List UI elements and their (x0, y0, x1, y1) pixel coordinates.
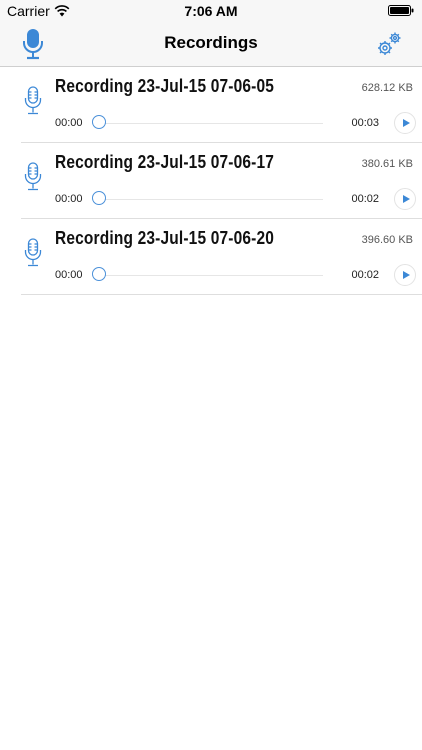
play-button[interactable] (394, 264, 416, 286)
list-item[interactable]: Recording 23-Jul-15 07-06-20 396.60 KB 0… (21, 219, 422, 295)
recording-title: Recording 23-Jul-15 07-06-20 (55, 228, 275, 248)
play-icon (402, 119, 410, 127)
recording-size: 396.60 KB (361, 234, 413, 246)
recording-size: 628.12 KB (361, 82, 413, 94)
status-time: 7:06 AM (184, 3, 238, 19)
list-item[interactable]: Recording 23-Jul-15 07-06-17 380.61 KB 0… (21, 143, 422, 219)
status-bar: Carrier 7:06 AM (0, 0, 422, 22)
play-button[interactable] (394, 188, 416, 210)
duration: 00:02 (351, 269, 379, 281)
navigation-bar: Recordings (0, 22, 422, 67)
progress-track[interactable] (93, 123, 323, 124)
progress-track[interactable] (93, 275, 323, 276)
play-icon (402, 271, 410, 279)
microphone-icon (24, 86, 42, 115)
battery-icon (388, 5, 414, 16)
microphone-icon (24, 162, 42, 191)
progress-thumb[interactable] (92, 191, 106, 205)
page-title: Recordings (164, 33, 258, 52)
recordings-list: Recording 23-Jul-15 07-06-05 628.12 KB 0… (0, 67, 422, 295)
play-button[interactable] (394, 112, 416, 134)
gear-icon[interactable] (374, 29, 404, 59)
progress-thumb[interactable] (92, 115, 106, 129)
progress-thumb[interactable] (92, 267, 106, 281)
duration: 00:02 (351, 193, 379, 205)
recording-title: Recording 23-Jul-15 07-06-17 (55, 152, 275, 172)
recordings-screen: Carrier 7:06 AM Recordings Recording 23-… (0, 0, 422, 750)
current-time: 00:00 (55, 117, 83, 129)
progress-track[interactable] (93, 199, 323, 200)
recording-size: 380.61 KB (361, 158, 413, 170)
list-item[interactable]: Recording 23-Jul-15 07-06-05 628.12 KB 0… (21, 67, 422, 143)
microphone-icon (24, 238, 42, 267)
duration: 00:03 (351, 117, 379, 129)
recording-title: Recording 23-Jul-15 07-06-05 (55, 76, 275, 96)
play-icon (402, 195, 410, 203)
current-time: 00:00 (55, 193, 83, 205)
current-time: 00:00 (55, 269, 83, 281)
